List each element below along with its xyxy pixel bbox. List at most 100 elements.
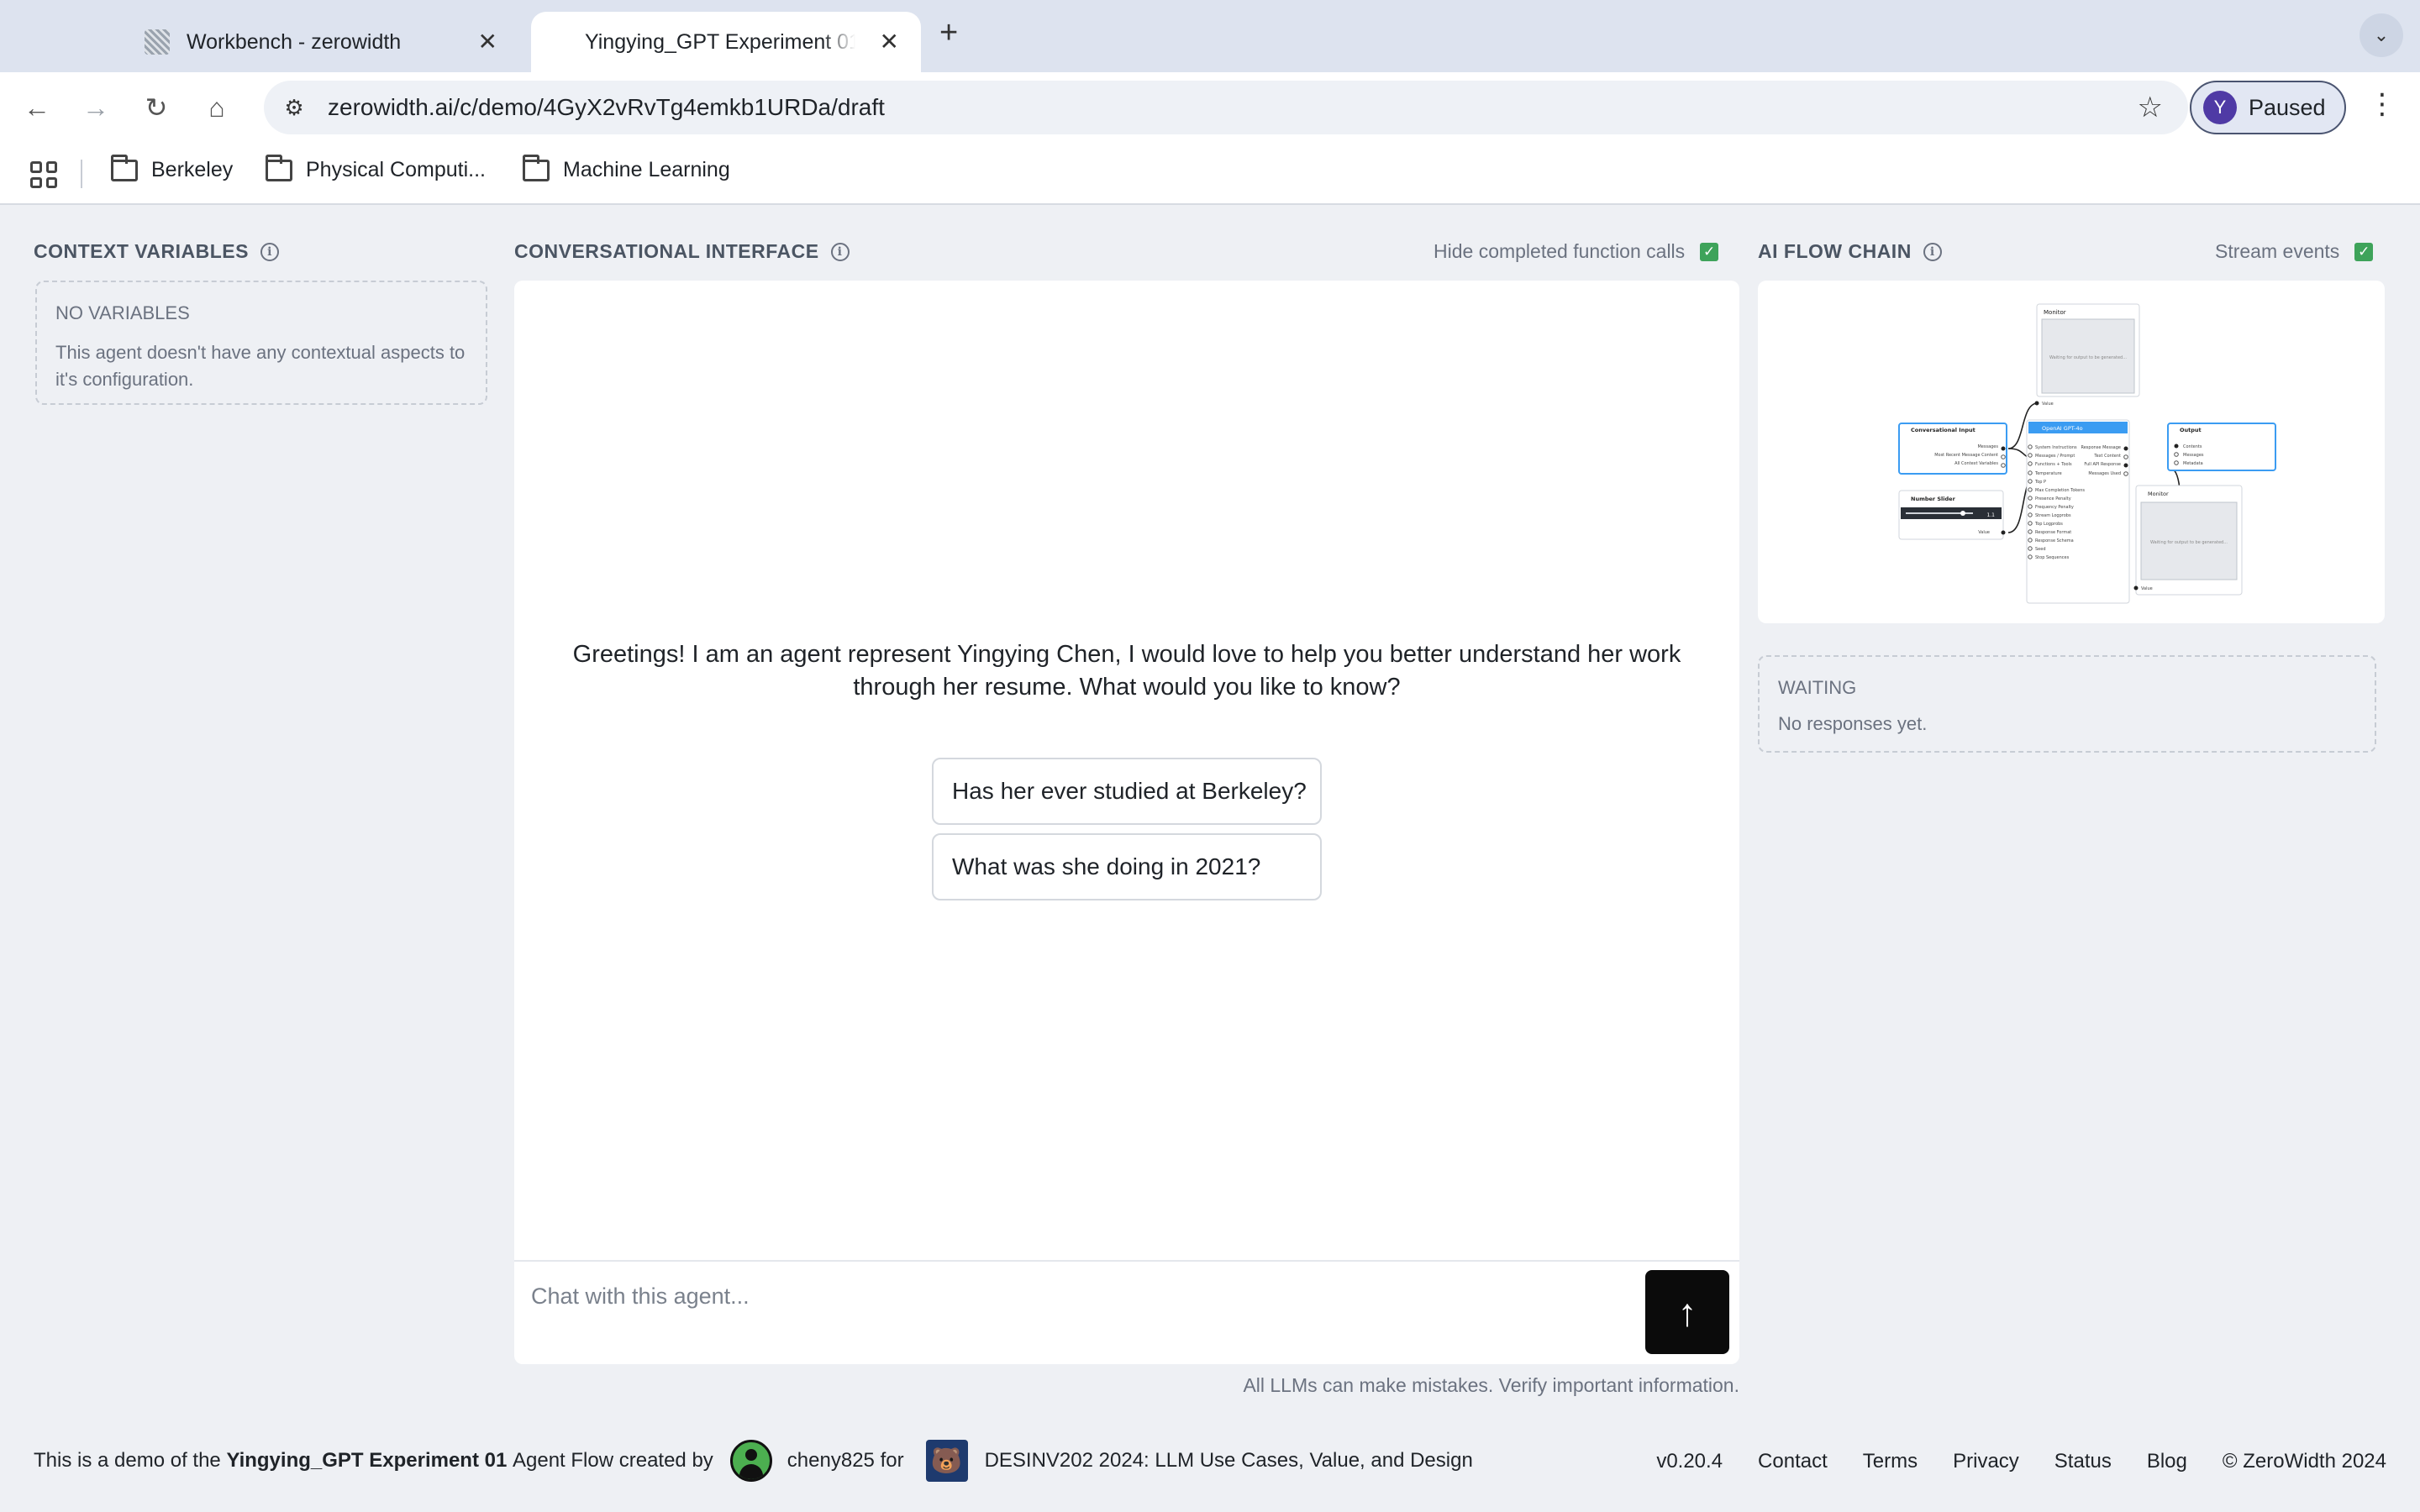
zerowidth-favicon-icon <box>145 29 170 55</box>
folder-icon <box>111 154 138 181</box>
chat-panel: Greetings! I am an agent represent Yingy… <box>514 281 1739 1364</box>
tab-title: Workbench - zerowidth <box>187 29 402 54</box>
footer-link-blog[interactable]: Blog <box>2147 1450 2187 1473</box>
slider-value: 1.1 <box>1986 512 1995 518</box>
footer-link-status[interactable]: Status <box>2054 1450 2112 1473</box>
svg-text:Temperature: Temperature <box>2034 471 2062 476</box>
ai-flow-chain-title: AI FLOW CHAIN i <box>1758 240 1942 263</box>
site-settings-icon[interactable]: ⚙ <box>277 95 311 121</box>
no-variables-text: This agent doesn't have any contextual a… <box>55 342 466 390</box>
suggestion-button-2021[interactable]: What was she doing in 2021? <box>932 833 1322 900</box>
bookmark-star-icon[interactable]: ☆ <box>2138 91 2163 124</box>
svg-text:System Instructions: System Instructions <box>2035 445 2077 450</box>
footer-link-contact[interactable]: Contact <box>1758 1450 1828 1473</box>
node-field: Messages <box>1977 444 1998 449</box>
svg-text:Contents: Contents <box>2183 444 2202 449</box>
tab-title: Yingying_GPT Experiment 01 <box>585 29 855 54</box>
info-icon[interactable]: i <box>830 242 850 261</box>
context-variables-title: CONTEXT VARIABLES i <box>34 240 279 263</box>
node-title: OpenAI GPT-4o <box>2042 425 2083 432</box>
flow-chain-diagram[interactable]: Monitor Waiting for output to be generat… <box>1758 281 2385 623</box>
value-port: Value <box>1978 530 1990 535</box>
forward-arrow-icon[interactable]: → <box>77 89 114 126</box>
svg-text:Text Content: Text Content <box>2093 454 2121 459</box>
profile-button[interactable]: Y Paused <box>2190 81 2346 134</box>
svg-text:Messages: Messages <box>2183 453 2204 458</box>
svg-text:Top P: Top P <box>2034 480 2046 485</box>
berkeley-bear-logo-icon: 🐻 <box>925 1440 968 1482</box>
bookmarks-bar: Berkeley Physical Computi... Machine Lea… <box>0 143 2420 205</box>
node-body: Waiting for output to be generated... <box>2049 355 2127 360</box>
new-tab-icon[interactable]: + <box>939 15 958 51</box>
back-arrow-icon[interactable]: ← <box>18 89 55 126</box>
folder-icon <box>266 154 292 181</box>
chat-composer: ↑ <box>514 1260 1739 1364</box>
footer-links: v0.20.4 Contact Terms Privacy Status Blo… <box>1656 1450 2386 1473</box>
flow-status-text: No responses yet. <box>1778 713 1928 734</box>
number-slider-node[interactable]: Number Slider 1.1 Value <box>1898 490 2006 540</box>
value-port: Value <box>2042 402 2054 407</box>
svg-text:Presence Penalty: Presence Penalty <box>2035 496 2071 501</box>
browser-toolbar: ← → ↻ ⌂ ⚙ zerowidth.ai/c/demo/4GyX2vRvTg… <box>0 72 2420 143</box>
monitor-node-bottom[interactable]: Monitor Waiting for output to be generat… <box>2133 485 2243 596</box>
bookmark-berkeley[interactable]: Berkeley <box>111 154 233 182</box>
output-node[interactable]: Output Contents Messages Metadata <box>2167 423 2276 471</box>
value-port: Value <box>2141 586 2153 591</box>
svg-text:Frequency Penalty: Frequency Penalty <box>2035 505 2074 510</box>
browser-tab-workbench[interactable]: Workbench - zerowidth ✕ <box>126 12 519 72</box>
folder-icon <box>523 154 550 181</box>
bookmarks-divider <box>81 160 82 188</box>
bookmark-machine-learning[interactable]: Machine Learning <box>523 154 730 182</box>
footer-link-privacy[interactable]: Privacy <box>1953 1450 2019 1473</box>
node-field: All Context Variables <box>1954 461 1998 466</box>
profile-avatar: Y <box>2203 91 2237 124</box>
info-icon[interactable]: i <box>1923 242 1942 261</box>
checkbox-checked-icon[interactable]: ✓ <box>2354 242 2374 261</box>
info-icon[interactable]: i <box>260 242 279 261</box>
chat-input[interactable] <box>531 1275 1623 1317</box>
home-icon[interactable]: ⌂ <box>198 89 235 126</box>
openai-node[interactable]: OpenAI GPT-4o System Instructions Messag… <box>2026 419 2130 604</box>
tab-search-chevron-icon[interactable]: ⌄ <box>2360 13 2403 57</box>
close-tab-icon[interactable]: ✕ <box>880 30 899 54</box>
url-text: zerowidth.ai/c/demo/4GyX2vRvTg4emkb1URDa… <box>328 94 885 120</box>
svg-text:Stream Logprobs: Stream Logprobs <box>2035 513 2071 518</box>
copyright: © ZeroWidth 2024 <box>2222 1450 2386 1473</box>
conversational-input-node[interactable]: Conversational Input Messages Most Recen… <box>1898 423 2007 475</box>
svg-text:Stop Sequences: Stop Sequences <box>2035 555 2070 560</box>
suggestion-button-berkeley[interactable]: Has her ever studied at Berkeley? <box>932 758 1322 825</box>
svg-text:Seed: Seed <box>2035 547 2046 552</box>
node-field: Most Recent Message Content <box>1934 453 1998 458</box>
user-avatar-icon[interactable] <box>729 1440 772 1482</box>
reload-icon[interactable]: ↻ <box>138 89 175 126</box>
conversational-interface-title: CONVERSATIONAL INTERFACE i <box>514 240 850 263</box>
version-label: v0.20.4 <box>1656 1450 1723 1473</box>
hide-function-calls-toggle[interactable]: Hide completed function calls ✓ <box>1434 240 1719 263</box>
bookmark-label: Physical Computi... <box>306 158 486 181</box>
svg-text:Top Logprobs: Top Logprobs <box>2034 522 2063 527</box>
browser-tab-bar: Workbench - zerowidth ✕ Yingying_GPT Exp… <box>0 0 2420 72</box>
bookmark-label: Machine Learning <box>563 158 730 181</box>
bookmark-physical-computing[interactable]: Physical Computi... <box>266 154 486 182</box>
stream-events-toggle[interactable]: Stream events ✓ <box>2215 240 2374 263</box>
footer-link-terms[interactable]: Terms <box>1863 1450 1918 1473</box>
footer-course[interactable]: DESINV202 2024: LLM Use Cases, Value, an… <box>985 1449 1473 1473</box>
svg-text:Max Completion Tokens: Max Completion Tokens <box>2035 488 2085 493</box>
svg-text:Response Message: Response Message <box>2081 445 2121 450</box>
close-tab-icon[interactable]: ✕ <box>478 30 497 54</box>
apps-grid-icon[interactable] <box>30 161 57 188</box>
node-title: Monitor <box>2044 309 2066 316</box>
flow-status-heading: WAITING <box>1778 677 1857 698</box>
svg-text:Messages / Prompt: Messages / Prompt <box>2035 454 2075 459</box>
monitor-node-top[interactable]: Monitor Waiting for output to be generat… <box>2034 303 2140 407</box>
footer-username[interactable]: cheny825 <box>787 1449 875 1473</box>
checkbox-checked-icon[interactable]: ✓ <box>1700 242 1719 261</box>
browser-tab-experiment[interactable]: Yingying_GPT Experiment 01 ✕ <box>531 12 921 72</box>
address-bar[interactable]: ⚙ zerowidth.ai/c/demo/4GyX2vRvTg4emkb1UR… <box>264 81 2188 134</box>
node-title: Monitor <box>2148 491 2169 497</box>
flow-chain-svg: Monitor Waiting for output to be generat… <box>1898 303 2276 604</box>
send-button[interactable]: ↑ <box>1645 1270 1729 1354</box>
no-variables-box: NO VARIABLES This agent doesn't have any… <box>35 281 487 405</box>
no-variables-heading: NO VARIABLES <box>55 302 190 323</box>
browser-menu-icon[interactable]: ⋮ <box>2368 87 2396 121</box>
